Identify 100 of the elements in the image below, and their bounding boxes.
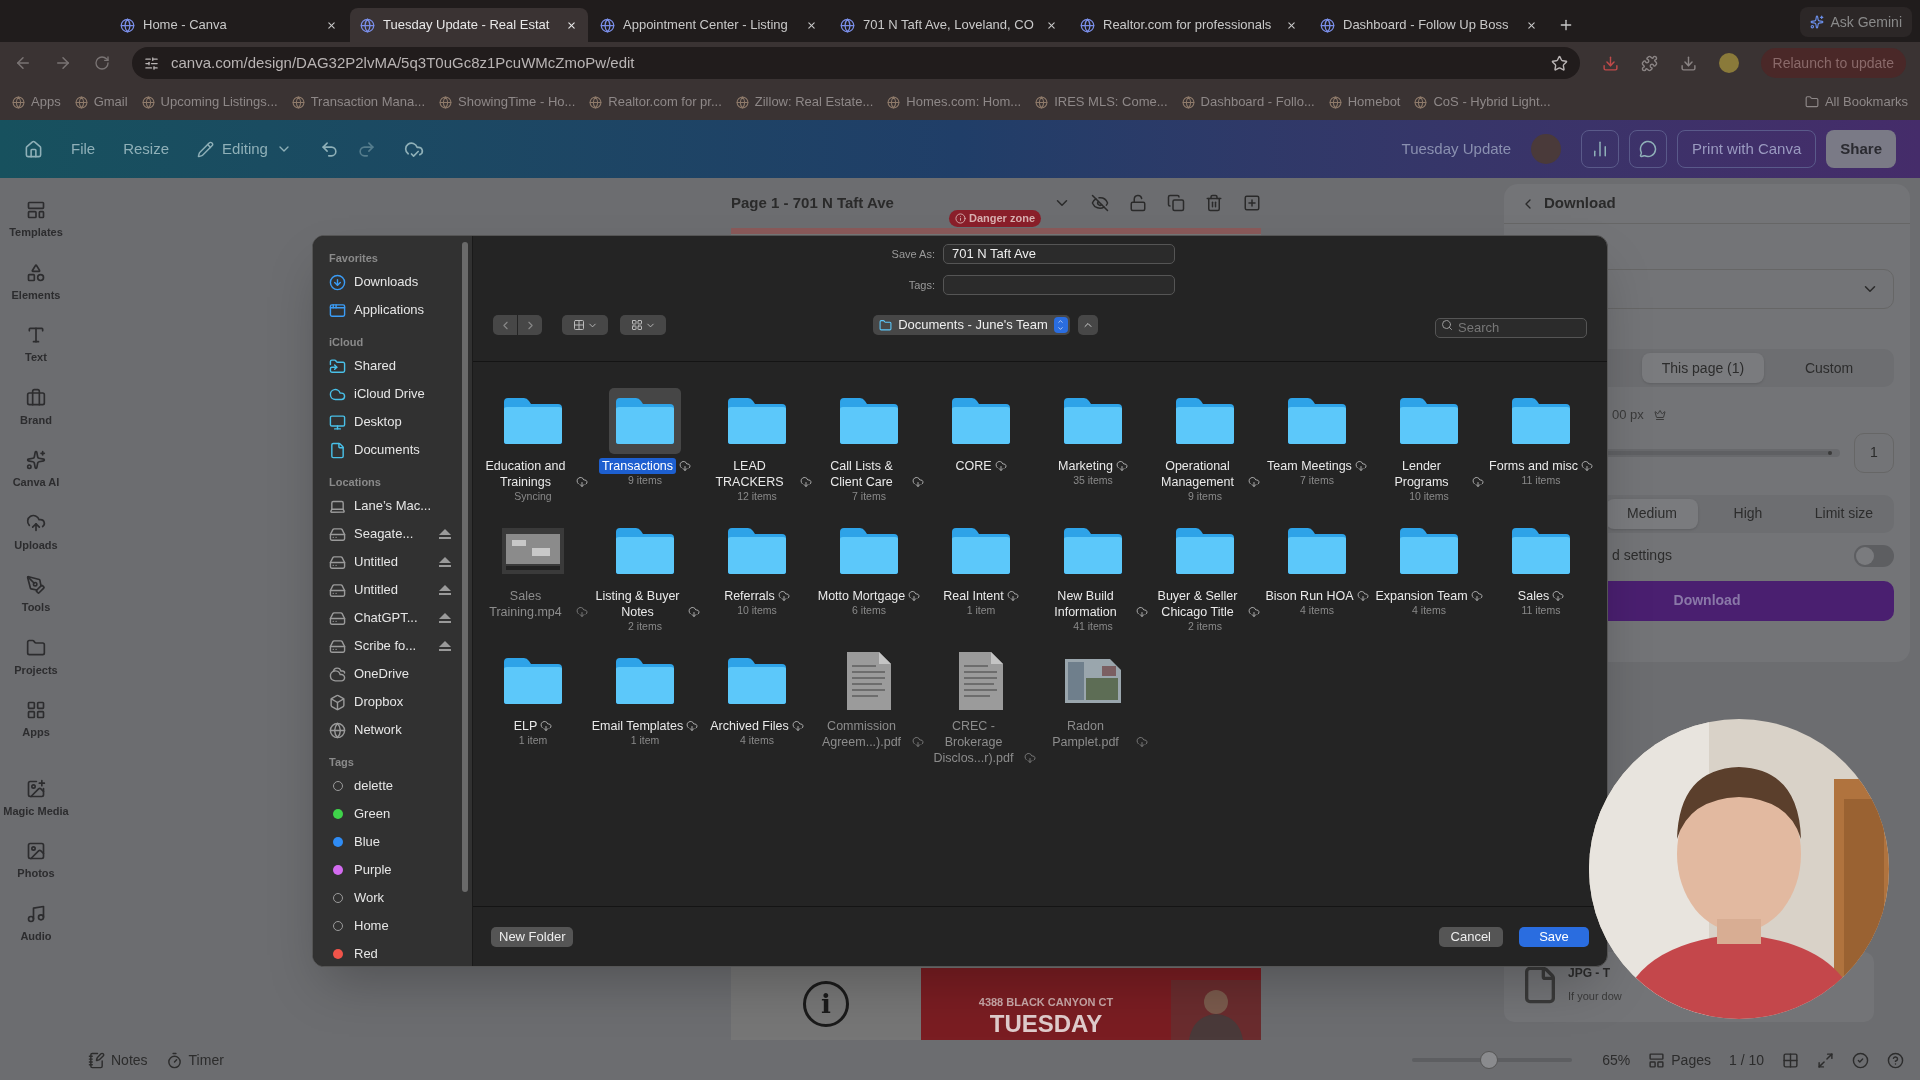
bookmark[interactable]: Realtor.com for pr... bbox=[589, 92, 722, 112]
all-bookmarks[interactable]: All Bookmarks bbox=[1804, 92, 1908, 112]
browser-tab[interactable]: Appointment Center - Listing bbox=[590, 8, 828, 42]
item-name[interactable]: Commission Agreem...).pdf bbox=[814, 718, 909, 750]
insights-button[interactable] bbox=[1581, 130, 1620, 168]
cancel-button[interactable]: Cancel bbox=[1438, 926, 1503, 947]
forward-button[interactable] bbox=[518, 315, 542, 335]
item-icon-holder[interactable] bbox=[609, 388, 681, 454]
segment-option[interactable]: Medium bbox=[1606, 498, 1698, 529]
sidebar-item[interactable]: Scribe fo... bbox=[329, 632, 462, 660]
bookmark[interactable]: ShowingTime - Ho... bbox=[439, 92, 576, 112]
sidebar-item[interactable]: Seagate... bbox=[329, 520, 462, 548]
sidebar-item[interactable]: Work bbox=[329, 884, 462, 912]
undo-icon[interactable] bbox=[319, 139, 339, 159]
bookmark[interactable]: CoS - Hybrid Light... bbox=[1414, 92, 1551, 112]
editing-menu[interactable]: Editing bbox=[197, 137, 292, 161]
sidebar-item[interactable]: Lane’s Mac... bbox=[329, 492, 462, 520]
segment-option[interactable]: This page (1) bbox=[1642, 353, 1764, 383]
sidebar-item[interactable]: ChatGPT... bbox=[329, 604, 462, 632]
add-page-icon[interactable] bbox=[1243, 194, 1261, 212]
sidebar-item[interactable]: delette bbox=[329, 772, 462, 800]
item-name[interactable]: Real Intent bbox=[943, 588, 1004, 604]
profile-avatar[interactable] bbox=[1718, 53, 1739, 73]
eject-icon[interactable] bbox=[438, 640, 452, 652]
bookmark[interactable]: Transaction Mana... bbox=[291, 92, 426, 112]
eye-off-icon[interactable] bbox=[1091, 194, 1109, 212]
location-popup[interactable]: Documents - June's Team bbox=[873, 315, 1070, 335]
sidebar-item[interactable]: OneDrive bbox=[329, 660, 462, 688]
sidebar-item[interactable]: Shared bbox=[329, 352, 462, 380]
reload-icon[interactable] bbox=[94, 55, 110, 71]
site-settings-icon[interactable] bbox=[144, 55, 159, 71]
item-name[interactable]: CORE bbox=[955, 458, 992, 474]
back-button[interactable] bbox=[493, 315, 517, 335]
sidebar-item[interactable]: Applications bbox=[329, 296, 462, 324]
zoom-slider[interactable] bbox=[1412, 1051, 1573, 1069]
comment-button[interactable] bbox=[1629, 130, 1668, 168]
item-name[interactable]: Email Templates bbox=[591, 718, 684, 734]
sidebar-item[interactable]: Home bbox=[329, 912, 462, 940]
browser-tab[interactable]: 701 N Taft Ave, Loveland, CO bbox=[830, 8, 1068, 42]
item-name[interactable]: New Build Information bbox=[1038, 588, 1133, 620]
bookmark-star-icon[interactable] bbox=[1550, 54, 1568, 72]
bookmark[interactable]: IRES MLS: Come... bbox=[1035, 92, 1168, 112]
eject-icon[interactable] bbox=[438, 584, 452, 596]
bookmark[interactable]: Apps bbox=[12, 92, 61, 112]
lock-icon[interactable] bbox=[1129, 194, 1147, 212]
eject-icon[interactable] bbox=[438, 528, 452, 540]
item-name[interactable]: Marketing bbox=[1058, 458, 1113, 474]
puzzle-icon[interactable] bbox=[1640, 54, 1658, 72]
new-tab-icon[interactable] bbox=[1558, 17, 1574, 33]
trash-icon[interactable] bbox=[1205, 194, 1223, 212]
browser-tab[interactable]: Realtor.com for professionals bbox=[1070, 8, 1308, 42]
browser-tab[interactable]: Dashboard - Follow Up Boss bbox=[1310, 8, 1548, 42]
sidebar-item[interactable]: Documents bbox=[329, 436, 462, 464]
sidebar-item[interactable]: Downloads bbox=[329, 268, 462, 296]
item-name[interactable]: Forms and misc bbox=[1489, 458, 1578, 474]
item-name[interactable]: Education and Trainings bbox=[478, 458, 573, 490]
sidebar-item[interactable]: Untitled bbox=[329, 548, 462, 576]
menu-item[interactable]: File bbox=[71, 137, 96, 161]
grid-view-icon[interactable] bbox=[1782, 1051, 1799, 1069]
eject-icon[interactable] bbox=[438, 612, 452, 624]
cloud-check-icon[interactable] bbox=[403, 139, 424, 159]
sidebar-item[interactable]: Purple bbox=[329, 856, 462, 884]
item-name[interactable]: Sales Training.mp4 bbox=[478, 588, 573, 620]
group-button[interactable] bbox=[620, 315, 666, 335]
item-name[interactable]: Expansion Team bbox=[1375, 588, 1468, 604]
sidebar-item[interactable]: Dropbox bbox=[329, 688, 462, 716]
eject-icon[interactable] bbox=[438, 556, 452, 568]
save-as-field[interactable]: 701 N Taft Ave bbox=[943, 244, 1175, 264]
bookmark[interactable]: Homes.com: Hom... bbox=[887, 92, 1022, 112]
sidebar-item[interactable]: iCloud Drive bbox=[329, 380, 462, 408]
save-button[interactable]: Save bbox=[1519, 926, 1589, 947]
item-name[interactable]: Radon Pamplet.pdf bbox=[1038, 718, 1133, 750]
bookmark[interactable]: Dashboard - Follo... bbox=[1181, 92, 1315, 112]
menu-item[interactable]: Resize bbox=[123, 137, 170, 161]
view-mode-button[interactable] bbox=[562, 315, 608, 335]
expand-button[interactable] bbox=[1077, 315, 1098, 335]
item-name[interactable]: Transactions bbox=[598, 458, 677, 474]
sidebar-item[interactable]: Network bbox=[329, 716, 462, 744]
bookmark[interactable]: Upcoming Listings... bbox=[141, 92, 278, 112]
item-name[interactable]: Lender Programs bbox=[1374, 458, 1469, 490]
ask-gemini-button[interactable]: Ask Gemini bbox=[1800, 7, 1912, 37]
download-icon[interactable] bbox=[1679, 54, 1697, 72]
item-name[interactable]: Buyer & Seller Chicago Title bbox=[1150, 588, 1245, 620]
item-name[interactable]: Listing & Buyer Notes bbox=[590, 588, 685, 620]
print-button[interactable]: Print with Canva bbox=[1677, 130, 1817, 168]
item-name[interactable]: Team Meetings bbox=[1267, 458, 1352, 474]
search-field[interactable]: Search bbox=[1435, 317, 1587, 338]
sidebar-item[interactable]: Untitled bbox=[329, 576, 462, 604]
fullscreen-icon[interactable] bbox=[1817, 1051, 1834, 1069]
item-name[interactable]: Referrals bbox=[724, 588, 775, 604]
item-name[interactable]: Archived Files bbox=[710, 718, 789, 734]
forward-icon[interactable] bbox=[54, 54, 72, 72]
check-icon[interactable] bbox=[1852, 1051, 1869, 1069]
share-button[interactable]: Share bbox=[1826, 130, 1896, 168]
item-name[interactable]: Sales bbox=[1517, 588, 1550, 604]
new-folder-button[interactable]: New Folder bbox=[491, 926, 574, 947]
item-name[interactable]: LEAD TRACKERS bbox=[702, 458, 797, 490]
sidebar-item[interactable]: Green bbox=[329, 800, 462, 828]
copy-icon[interactable] bbox=[1167, 194, 1185, 212]
address-field[interactable]: canva.com/design/DAG32P2lvMA/5q3T0uGc8z1PcuWMcZmoPw/edit bbox=[132, 47, 1580, 79]
